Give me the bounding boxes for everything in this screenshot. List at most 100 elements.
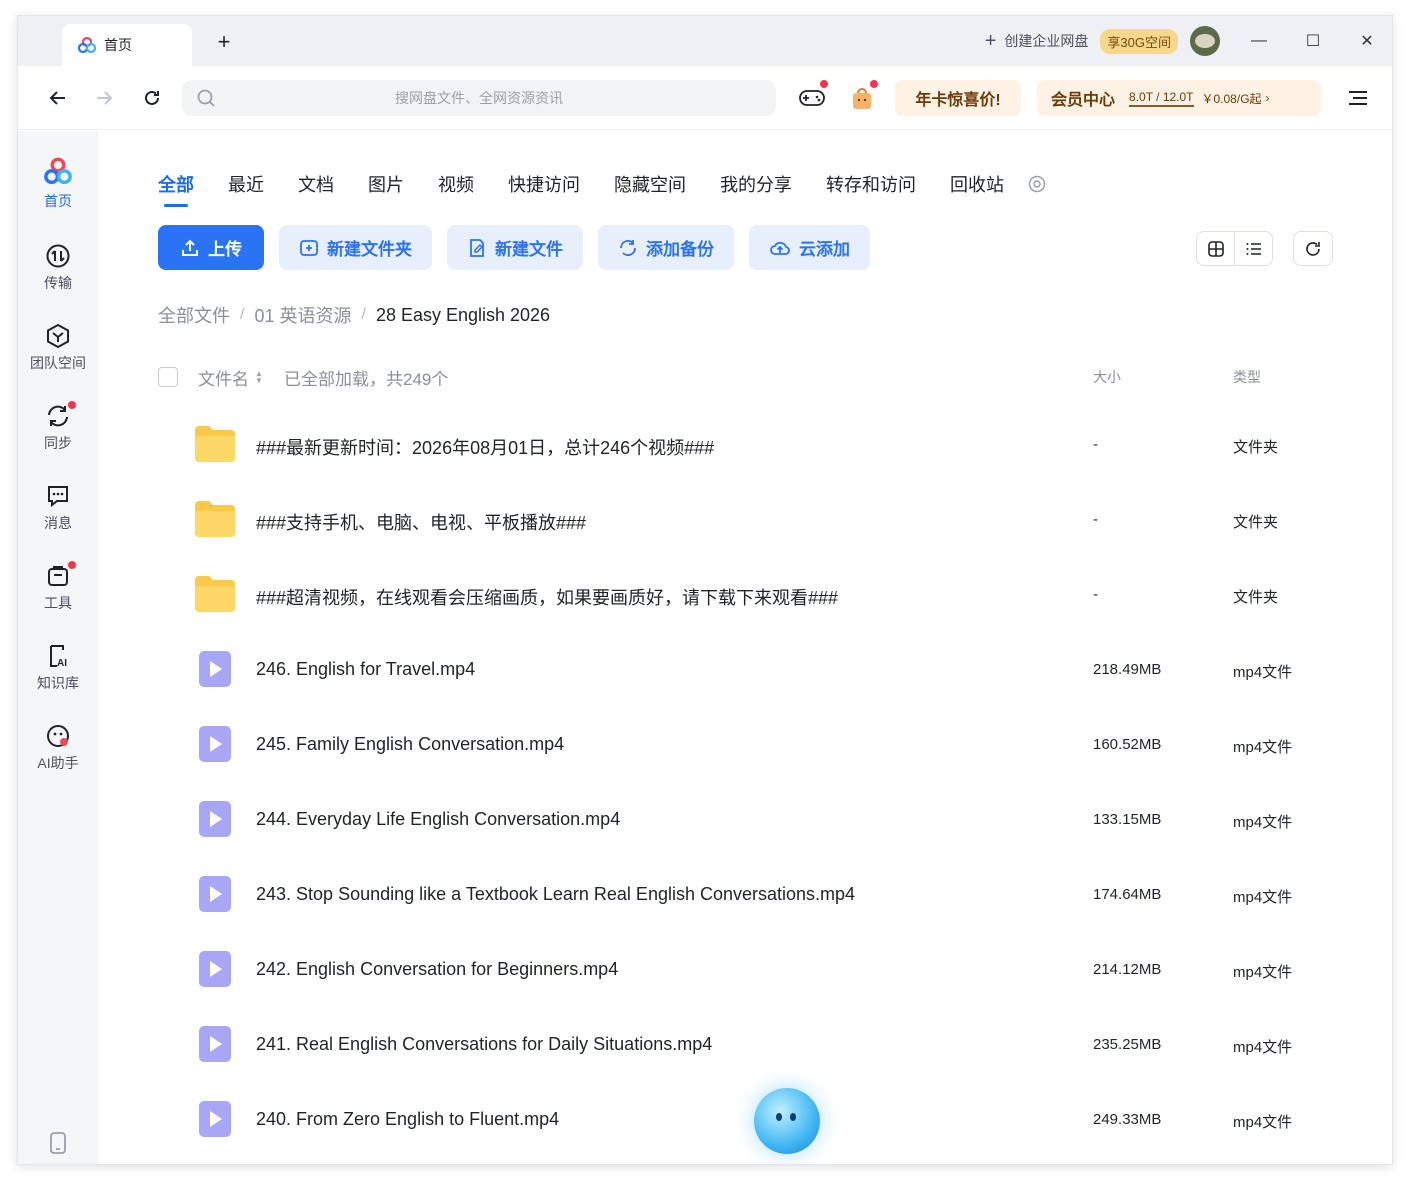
tab-settings-icon[interactable]: [1028, 175, 1046, 193]
folder-icon: [195, 501, 235, 537]
file-size: 160.52MB: [1093, 736, 1162, 753]
list-item[interactable]: 245. Family English Conversation.mp4 160…: [18, 708, 1392, 783]
reload-button[interactable]: [138, 84, 166, 112]
breadcrumb-separator: /: [240, 306, 245, 323]
tab-videos[interactable]: 视频: [438, 171, 474, 197]
ai-assistant-floating-icon[interactable]: [754, 1088, 820, 1154]
reload-icon: [145, 90, 159, 105]
list-item[interactable]: ###最新更新时间：2026年08月01日，总计246个视频### - 文件夹: [18, 408, 1392, 483]
chevron-right-icon: ›: [1265, 91, 1270, 105]
back-button[interactable]: [44, 84, 72, 112]
new-file-label: 新建文件: [495, 240, 563, 259]
create-enterprise-label: 创建企业网盘: [1004, 33, 1089, 49]
create-enterprise-button[interactable]: + 创建企业网盘: [985, 30, 1089, 53]
new-folder-icon: [300, 239, 318, 256]
sidebar-item-team-space[interactable]: 团队空间: [18, 323, 98, 373]
notification-dot: [870, 80, 878, 88]
breadcrumb-level1[interactable]: 01 英语资源: [254, 302, 351, 328]
file-size: 249.33MB: [1093, 1111, 1162, 1128]
view-toggle: [1196, 231, 1273, 266]
breadcrumb-separator: /: [361, 306, 366, 323]
file-type: mp4文件: [1233, 814, 1293, 831]
file-size: -: [1093, 586, 1098, 603]
list-view-button[interactable]: [1235, 232, 1272, 265]
list-item[interactable]: ###超清视频，在线观看会压缩画质，如果要画质好，请下载下来观看### - 文件…: [18, 558, 1392, 633]
file-size: 214.12MB: [1093, 961, 1162, 978]
new-tab-button[interactable]: +: [210, 28, 238, 56]
file-name: 245. Family English Conversation.mp4: [256, 734, 565, 754]
list-item[interactable]: ###支持手机、电脑、电视、平板播放### - 文件夹: [18, 483, 1392, 558]
menu-icon[interactable]: [1344, 84, 1372, 112]
list-item[interactable]: 240. From Zero English to Fluent.mp4 249…: [18, 1083, 1392, 1158]
list-item[interactable]: 241. Real English Conversations for Dail…: [18, 1008, 1392, 1083]
video-file-icon: [199, 951, 231, 987]
tab-images[interactable]: 图片: [368, 171, 404, 197]
video-file-icon: [199, 1101, 231, 1137]
tab-home[interactable]: 首页: [62, 24, 192, 66]
list-item[interactable]: 243. Stop Sounding like a Textbook Learn…: [18, 858, 1392, 933]
list-item[interactable]: 246. English for Travel.mp4 218.49MB mp4…: [18, 633, 1392, 708]
baidu-netdisk-logo-icon: [78, 37, 96, 53]
tab-recycle-bin[interactable]: 回收站: [950, 171, 1004, 197]
gamepad-icon: [799, 90, 825, 106]
column-name-header[interactable]: 文件名 ▲ ▼: [198, 365, 263, 390]
search-input[interactable]: [182, 80, 776, 116]
add-backup-button[interactable]: 添加备份: [598, 225, 734, 270]
tab-hidden-space[interactable]: 隐藏空间: [614, 171, 686, 197]
game-button[interactable]: [796, 80, 828, 114]
loaded-count: 已全部加载，共249个: [284, 369, 449, 389]
forward-button[interactable]: [90, 84, 118, 112]
space-badge[interactable]: 享30G空间: [1100, 28, 1178, 54]
file-name: 243. Stop Sounding like a Textbook Learn…: [256, 884, 856, 904]
new-file-icon: [470, 238, 484, 257]
sidebar-item-label: 团队空间: [30, 355, 86, 371]
grid-view-button[interactable]: [1197, 232, 1235, 265]
video-file-icon: [199, 651, 231, 687]
cloud-add-button[interactable]: 云添加: [749, 225, 870, 270]
file-type: mp4文件: [1233, 664, 1293, 681]
tab-quick-access[interactable]: 快捷访问: [508, 171, 580, 197]
tab-recent[interactable]: 最近: [228, 171, 264, 197]
new-folder-button[interactable]: 新建文件夹: [279, 225, 432, 270]
app-window: 首页 + + 创建企业网盘 享30G空间 — ☐ ✕ 搜网盘文件、全网资源资讯 …: [17, 15, 1393, 1165]
column-type-header[interactable]: 类型: [1233, 367, 1261, 387]
maximize-button[interactable]: ☐: [1286, 16, 1340, 66]
avatar[interactable]: [1190, 26, 1220, 56]
grid-view-icon: [1207, 240, 1224, 257]
new-file-button[interactable]: 新建文件: [447, 225, 583, 270]
file-type: 文件夹: [1233, 589, 1279, 606]
breadcrumb-current: 28 Easy English 2026: [375, 304, 551, 325]
tab-all[interactable]: 全部: [158, 171, 194, 207]
action-toolbar: 上传 新建文件夹 新建文件 添加备份 云添加: [158, 225, 870, 270]
vip-center-button[interactable]: 会员中心 8.0T / 12.0T ￥0.08/G起 ›: [1037, 80, 1321, 116]
file-size: -: [1093, 436, 1098, 453]
tab-documents[interactable]: 文档: [298, 171, 334, 197]
file-size: 218.49MB: [1093, 661, 1162, 678]
video-file-icon: [199, 1026, 231, 1062]
minimize-button[interactable]: —: [1232, 16, 1286, 66]
arrow-right-icon: [97, 91, 113, 105]
breadcrumb: 全部文件 / 01 英语资源 / 28 Easy English 2026: [158, 302, 550, 328]
breadcrumb-root[interactable]: 全部文件: [158, 302, 230, 328]
upload-button[interactable]: 上传: [158, 225, 264, 270]
tab-transfers-visits[interactable]: 转存和访问: [826, 171, 916, 197]
list-item[interactable]: 244. Everyday Life English Conversation.…: [18, 783, 1392, 858]
sidebar-item-transfer[interactable]: 传输: [18, 243, 98, 293]
column-size-header[interactable]: 大小: [1093, 367, 1121, 387]
file-type: 文件夹: [1233, 514, 1279, 531]
close-button[interactable]: ✕: [1340, 16, 1392, 66]
file-type: mp4文件: [1233, 1039, 1293, 1056]
address-bar: 年卡惊喜价! 会员中心 8.0T / 12.0T ￥0.08/G起 ›: [18, 66, 1392, 130]
sidebar-item-home[interactable]: 首页: [18, 157, 98, 211]
annual-promo-button[interactable]: 年卡惊喜价!: [895, 80, 1021, 116]
video-file-icon: [199, 801, 231, 837]
list-item[interactable]: 242. English Conversation for Beginners.…: [18, 933, 1392, 1008]
select-all-checkbox[interactable]: [158, 367, 178, 387]
list-header: 文件名 ▲ ▼ 已全部加载，共249个 大小 类型: [158, 362, 1358, 392]
team-space-icon: [47, 323, 69, 349]
file-name: ###超清视频，在线观看会压缩画质，如果要画质好，请下载下来观看###: [256, 588, 839, 608]
gift-button[interactable]: [846, 80, 878, 114]
refresh-button[interactable]: [1293, 231, 1333, 266]
file-name: 242. English Conversation for Beginners.…: [256, 959, 619, 979]
tab-my-shares[interactable]: 我的分享: [720, 171, 792, 197]
